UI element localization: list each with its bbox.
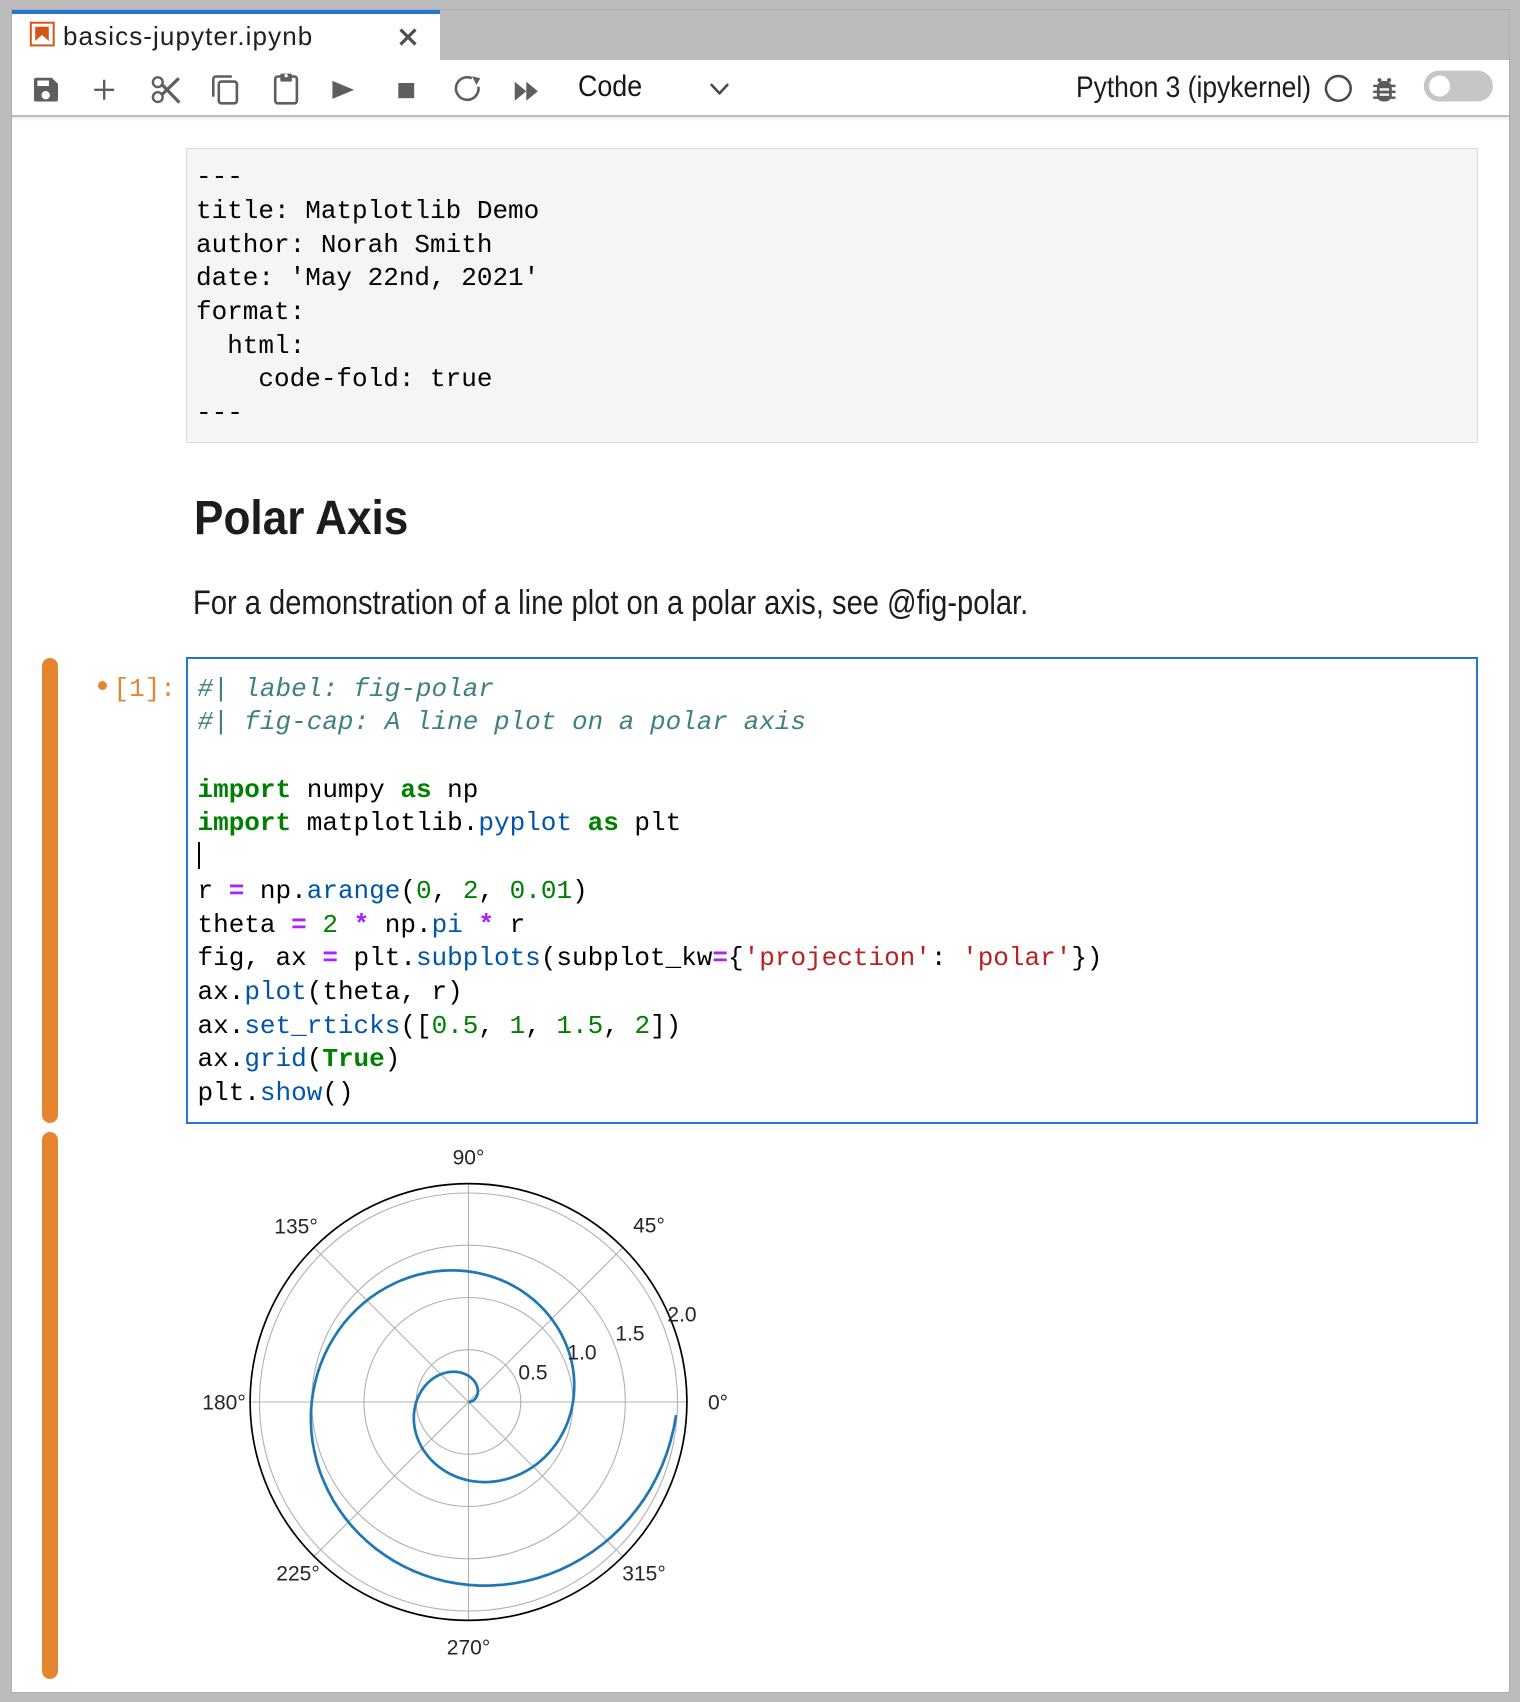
svg-text:0°: 0° (708, 1392, 728, 1415)
svg-text:90°: 90° (453, 1147, 485, 1170)
svg-text:180°: 180° (202, 1392, 245, 1415)
svg-text:1.0: 1.0 (567, 1342, 596, 1365)
svg-text:315°: 315° (622, 1563, 665, 1586)
svg-text:135°: 135° (274, 1216, 317, 1239)
svg-text:0.5: 0.5 (518, 1362, 547, 1385)
svg-text:270°: 270° (447, 1637, 490, 1660)
svg-text:1.5: 1.5 (615, 1323, 644, 1346)
svg-text:225°: 225° (276, 1563, 319, 1586)
svg-text:2.0: 2.0 (667, 1304, 696, 1327)
svg-text:45°: 45° (633, 1215, 665, 1238)
